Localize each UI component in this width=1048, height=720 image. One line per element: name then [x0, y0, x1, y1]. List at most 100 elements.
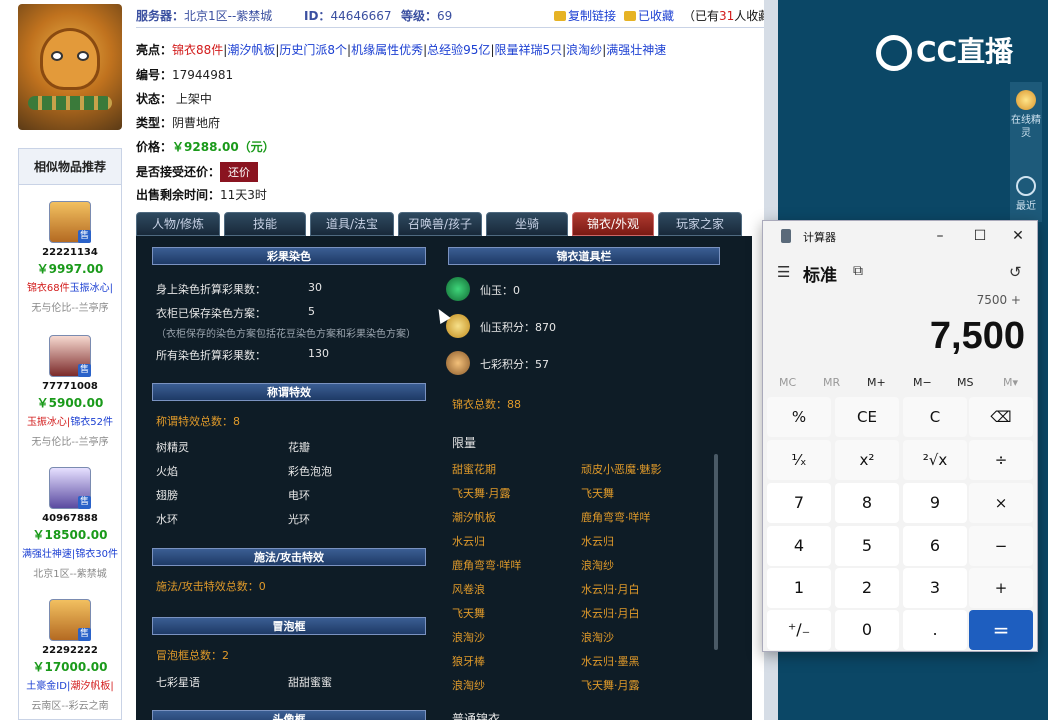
similar-item[interactable]: 售 77771008 ￥5900.00 玉振冰心|锦衣52件 无与伦比--兰亭序: [19, 335, 121, 448]
digit-3-button[interactable]: 3: [903, 568, 967, 608]
highlight-link[interactable]: 潮汐帆板: [227, 43, 275, 57]
history-icon[interactable]: ↺: [1009, 263, 1022, 281]
fav-count-value: 31: [719, 9, 735, 23]
item-tag[interactable]: 玉振冰心|: [70, 283, 113, 294]
limited-item: 水云归·月白: [581, 583, 640, 596]
digit-1-button[interactable]: 1: [767, 568, 831, 608]
clear-button[interactable]: C: [903, 397, 967, 437]
tiger-avatar-icon[interactable]: 售: [49, 201, 91, 243]
boy-avatar-icon[interactable]: 售: [49, 467, 91, 509]
limited-item: 水云归: [581, 535, 614, 548]
memory-clear-button[interactable]: MC: [779, 376, 796, 389]
type-label: 类型：: [136, 116, 173, 130]
digit-5-button[interactable]: 5: [835, 526, 899, 566]
title-effect-item: 花瓣: [288, 441, 310, 454]
recent-button[interactable]: 最近: [1010, 176, 1042, 213]
cc-logo-text: CC直播: [916, 35, 1014, 68]
percent-button[interactable]: %: [767, 397, 831, 437]
memory-list-button[interactable]: M▾: [1003, 376, 1018, 389]
similar-items-title: 相似物品推荐: [19, 149, 121, 185]
price-value: ￥9288.00（元）: [172, 140, 275, 154]
decimal-button[interactable]: .: [903, 610, 967, 650]
divide-button[interactable]: ÷: [969, 440, 1033, 480]
copy-link-button[interactable]: 复制链接: [554, 7, 616, 24]
highlight-link[interactable]: 总经验95亿: [427, 43, 490, 57]
multiply-button[interactable]: ×: [969, 483, 1033, 523]
digit-2-button[interactable]: 2: [835, 568, 899, 608]
tab-items[interactable]: 道具/法宝: [310, 212, 394, 236]
digit-9-button[interactable]: 9: [903, 483, 967, 523]
wardrobe-scrollbar[interactable]: [714, 454, 718, 650]
memory-subtract-button[interactable]: M−: [913, 376, 932, 389]
id-label: ID：: [304, 9, 331, 23]
add-button[interactable]: +: [969, 568, 1033, 608]
memory-store-button[interactable]: MS: [957, 376, 973, 389]
tiger-avatar-icon[interactable]: 售: [49, 599, 91, 641]
highlight-link[interactable]: 历史门派8个: [279, 43, 347, 57]
tab-character[interactable]: 人物/修炼: [136, 212, 220, 236]
item-tag[interactable]: 土豪金ID|: [26, 681, 70, 692]
memory-recall-button[interactable]: MR: [823, 376, 840, 389]
highlight-link[interactable]: 机缘属性优秀: [351, 43, 423, 57]
close-button[interactable]: ✕: [1003, 225, 1033, 247]
item-tag[interactable]: 锦衣30件: [75, 549, 118, 560]
title-effect-item: 电环: [288, 489, 310, 502]
tiger-face-icon: [40, 28, 100, 90]
calculator-titlebar[interactable]: 计算器 – ☐ ✕: [763, 221, 1037, 251]
limited-item: 鹿角弯弯·咩咩: [452, 559, 522, 572]
dye-row-label: 衣柜已保存染色方案：: [156, 307, 266, 320]
similar-item[interactable]: 售 22292222 ￥17000.00 土豪金ID|潮汐帆板| 云南区--彩云…: [19, 599, 121, 712]
highlight-link[interactable]: 满强壮神速: [606, 43, 666, 57]
limited-item: 浪淘沙: [581, 631, 614, 644]
tab-mounts[interactable]: 坐骑: [486, 212, 568, 236]
girl-avatar-icon[interactable]: 售: [49, 335, 91, 377]
item-tag[interactable]: 满强壮神速|: [22, 549, 75, 560]
digit-7-button[interactable]: 7: [767, 483, 831, 523]
similar-item[interactable]: 售 40967888 ￥18500.00 满强壮神速|锦衣30件 北京1区--紫…: [19, 467, 121, 580]
reciprocal-button[interactable]: ¹⁄ₓ: [767, 440, 831, 480]
code-row: 编号：17944981: [136, 66, 233, 83]
keep-on-top-icon[interactable]: ⧉: [853, 263, 863, 279]
digit-6-button[interactable]: 6: [903, 526, 967, 566]
square-root-button[interactable]: ²√x: [903, 440, 967, 480]
item-id: 77771008: [42, 381, 98, 392]
tab-home[interactable]: 玩家之家: [658, 212, 742, 236]
bubble-frame-item: 七彩星语: [156, 676, 200, 689]
favorite-button[interactable]: 已收藏: [624, 7, 674, 24]
clear-entry-button[interactable]: CE: [835, 397, 899, 437]
highlight-link[interactable]: 锦衣88件: [172, 43, 223, 57]
item-tag[interactable]: 玉振冰心|: [27, 417, 70, 428]
price-label: 价格：: [136, 140, 173, 154]
highlight-link[interactable]: 限量祥瑞5只: [494, 43, 562, 57]
subtract-button[interactable]: −: [969, 526, 1033, 566]
status-row: 状态： 上架中: [136, 90, 212, 107]
currency-jade: 仙玉：0: [480, 284, 520, 297]
memory-add-button[interactable]: M+: [867, 376, 886, 389]
tab-skills[interactable]: 技能: [224, 212, 306, 236]
item-price: ￥17000.00: [32, 660, 108, 674]
equals-button[interactable]: =: [969, 610, 1033, 650]
tab-wardrobe[interactable]: 锦衣/外观: [572, 212, 654, 236]
similar-item[interactable]: 售 22221134 ￥9997.00 锦衣68件玉振冰心| 无与伦比--兰亭序: [19, 201, 121, 314]
digit-8-button[interactable]: 8: [835, 483, 899, 523]
limited-item: 潮汐帆板: [452, 511, 496, 524]
calculator-app-icon: [781, 229, 791, 243]
digit-0-button[interactable]: 0: [835, 610, 899, 650]
item-tag[interactable]: 锦衣52件: [70, 417, 113, 428]
backspace-button[interactable]: ⌫: [969, 397, 1033, 437]
highlight-link[interactable]: 浪淘纱: [566, 43, 602, 57]
menu-icon[interactable]: ☰: [777, 263, 790, 281]
level-info: 等级：69: [401, 7, 452, 24]
tab-pets[interactable]: 召唤兽/孩子: [398, 212, 482, 236]
calculator-display: 7,500: [929, 315, 1025, 357]
counter-offer-button[interactable]: 还价: [220, 162, 259, 182]
item-tag[interactable]: 锦衣68件: [27, 283, 70, 294]
digit-4-button[interactable]: 4: [767, 526, 831, 566]
clock-icon: [1016, 176, 1036, 196]
item-tag[interactable]: 潮汐帆板|: [70, 681, 113, 692]
negate-button[interactable]: ⁺∕₋: [767, 610, 831, 650]
square-button[interactable]: x²: [835, 440, 899, 480]
online-sprite-button[interactable]: 在线精灵: [1010, 90, 1042, 140]
minimize-button[interactable]: –: [925, 225, 955, 247]
maximize-button[interactable]: ☐: [965, 225, 995, 247]
